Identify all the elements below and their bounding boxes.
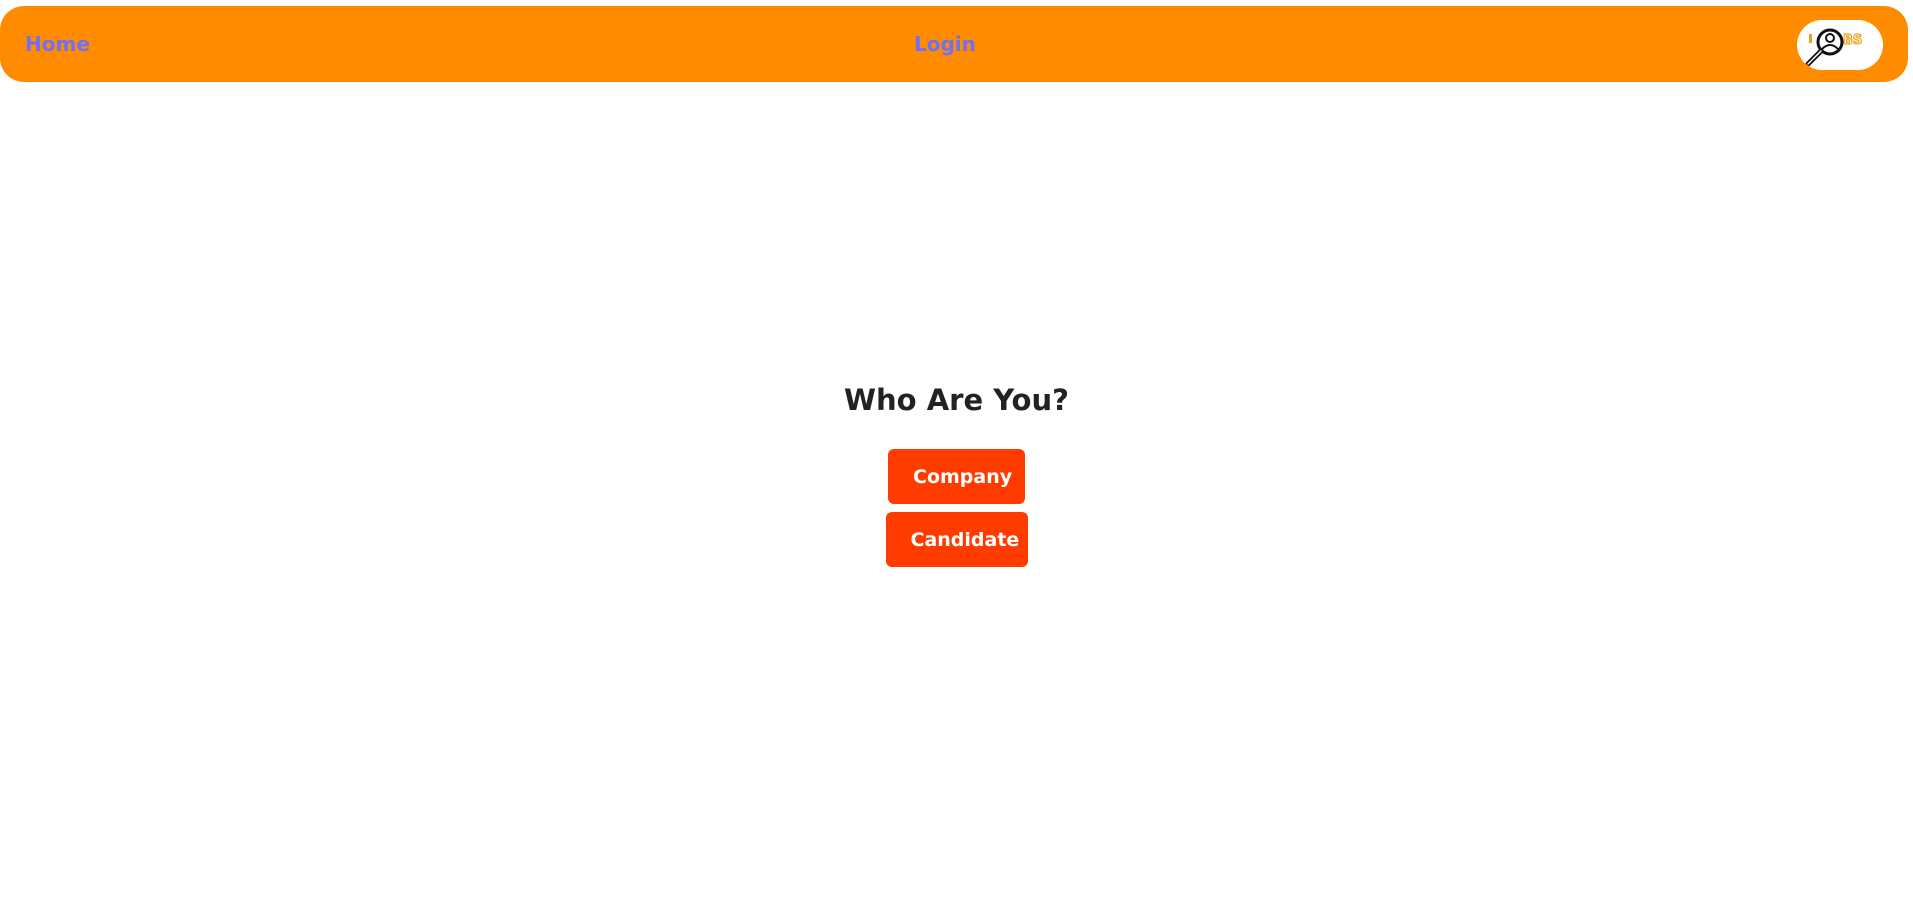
page-title: Who Are You?	[844, 383, 1069, 417]
company-button[interactable]: Company	[888, 449, 1025, 504]
top-navbar: Home Login BS	[0, 6, 1908, 82]
jobs-logo[interactable]: BS	[1797, 20, 1883, 70]
role-selection: Who Are You? Company Candidate	[0, 375, 1913, 567]
svg-text:BS: BS	[1843, 33, 1862, 48]
candidate-button[interactable]: Candidate	[885, 512, 1028, 567]
nav-home-link[interactable]: Home	[25, 6, 90, 82]
nav-login-link[interactable]: Login	[914, 6, 976, 82]
magnifier-person-icon: BS	[1805, 28, 1863, 67]
